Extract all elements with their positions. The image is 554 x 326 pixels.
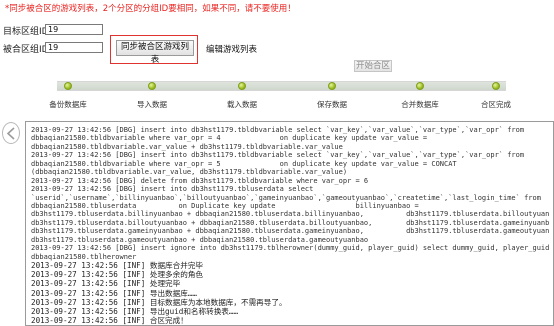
step-label: 导入数据 [137,100,167,109]
step-label: 合区完成 [481,100,511,109]
log-line: 2013-09-27 13:42:56 [DBG] insert into db… [31,126,525,134]
step-label: 保存数据 [317,100,347,109]
chevron-left-icon[interactable] [2,122,20,144]
notice-text: *同步被合区的游戏列表，2个分区的分组ID要相同，如果不同，请不要使用！ [5,4,296,14]
log-line: 2013-09-27 13:42:56 [INF] 处理完毕 [31,279,181,289]
step-label: 备份数据库 [49,100,87,109]
log-line: 2013-09-27 13:42:56 [DBG] insert ignore … [31,244,549,253]
log-line: db3hst1179.tbluserdata.gameinyuanbao + d… [31,227,549,236]
step-dot-icon [328,82,336,90]
step-dot-icon [238,82,246,90]
log-line: `userid`,`username`,`billinyuanbao`,`bil… [31,193,541,202]
log-line: db3hst1179.tbluserdata.gameoutyuanbao + … [31,235,369,244]
log-output: 2013-09-27 13:42:56 [DBG] insert into db… [31,126,549,325]
progress-fill [57,82,506,90]
log-line: 2013-09-27 13:42:56 [DBG] insert into db… [31,151,525,160]
merged-zone-input[interactable] [45,42,103,53]
step-dot-icon [492,82,500,90]
sync-game-list-button[interactable]: 同步被合区游戏列表 [116,40,194,65]
log-line: dbbaqian21580.tbldbvariable where var_op… [31,159,457,168]
log-line: 2013-09-27 13:42:56 [DBG] delete from db… [31,176,369,185]
log-line: dbbaqian21580.tbluserdata on Duplicate k… [31,201,419,210]
start-merge-button[interactable]: 开始合区 [354,60,392,72]
log-line: db3hst1179.tbluserdata.billinyuanbao + d… [31,210,549,219]
edit-game-list-link[interactable]: 编辑游戏列表 [206,43,257,55]
step-label: 载入数据 [227,100,257,109]
log-line: dbbaqian21580.tbldbvariable.var_value + … [31,142,343,151]
log-line: db3hst1179.tbluserdata.billoutyuanbao + … [31,218,549,227]
log-panel[interactable]: 2013-09-27 13:42:56 [DBG] insert into db… [25,121,554,326]
target-zone-input[interactable] [45,24,103,35]
step-label: 合并数据库 [401,100,439,109]
step-dot-icon [416,82,424,90]
log-line: 2013-09-27 13:42:56 [INF] 导出数据库…… [31,288,197,298]
step-dot-icon [64,82,72,90]
log-line: 2013-09-27 13:42:56 [DBG] insert into db… [31,185,314,194]
log-line: dbbaqian21580.tbldbvariable where var_op… [31,134,428,143]
log-line: 2013-09-27 13:42:56 [INF] 数据库合并完毕 [31,261,204,270]
log-line: 2013-09-27 13:42:56 [INF] 合区完成！ [31,316,188,326]
log-line: 2013-09-27 13:42:56 [INF] 处理多余的角色 [31,270,204,280]
log-line: (dbbaqian21580.tbldbvariable.var_value, … [31,168,348,177]
log-line: dbbaqian21580.tblherowner [31,252,137,261]
step-dot-icon [148,82,156,90]
log-line: 2013-09-27 13:42:56 [INF] 导出guid和名称转换表…… [31,306,239,316]
progress-track [57,81,506,91]
log-line: 2013-09-27 13:42:56 [INF] 目标数据库为本地数据库，不需… [31,297,287,307]
